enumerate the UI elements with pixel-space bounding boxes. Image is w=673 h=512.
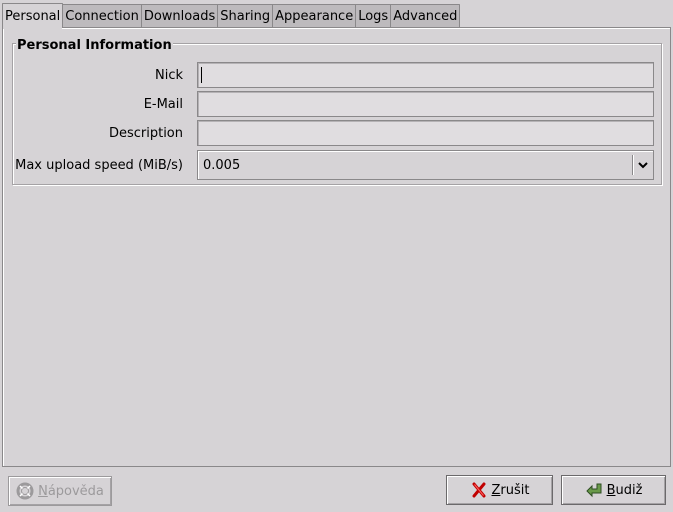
text-cursor bbox=[201, 67, 202, 83]
upload-speed-combo[interactable]: 0.005 bbox=[197, 150, 654, 180]
chevron-down-icon[interactable] bbox=[637, 159, 649, 171]
tab-sharing[interactable]: Sharing bbox=[217, 4, 274, 27]
cancel-label: Zrušit bbox=[491, 482, 530, 498]
tab-bar: Personal Connection Downloads Sharing Ap… bbox=[2, 3, 461, 29]
personal-information-frame: Nick E-Mail Description Max upload speed… bbox=[12, 43, 662, 185]
lifebuoy-icon bbox=[16, 482, 34, 500]
nick-row: Nick bbox=[13, 62, 663, 88]
green-check-arrow-icon bbox=[585, 483, 602, 498]
description-input[interactable] bbox=[197, 120, 654, 146]
upload-speed-label: Max upload speed (MiB/s) bbox=[15, 157, 183, 173]
tab-connection[interactable]: Connection bbox=[62, 4, 142, 27]
frame-title: Personal Information bbox=[16, 38, 173, 53]
tab-advanced[interactable]: Advanced bbox=[390, 4, 461, 27]
cancel-button[interactable]: Zrušit bbox=[446, 475, 553, 505]
tab-label: Appearance bbox=[275, 8, 354, 24]
upload-speed-value: 0.005 bbox=[203, 157, 241, 173]
tab-label: Logs bbox=[358, 8, 389, 24]
ok-label: Budiž bbox=[606, 482, 643, 498]
tab-label: Downloads bbox=[143, 8, 216, 24]
description-row: Description bbox=[13, 120, 663, 146]
help-button[interactable]: Nápověda bbox=[8, 476, 112, 506]
ok-button[interactable]: Budiž bbox=[561, 475, 666, 505]
tab-appearance[interactable]: Appearance bbox=[272, 4, 357, 27]
tab-downloads[interactable]: Downloads bbox=[140, 4, 219, 27]
tab-label: Personal bbox=[5, 8, 61, 24]
red-x-icon bbox=[472, 482, 485, 498]
tab-label: Connection bbox=[65, 8, 139, 24]
upload-speed-row: Max upload speed (MiB/s) 0.005 bbox=[13, 150, 663, 180]
nick-input[interactable] bbox=[197, 62, 654, 88]
tab-label: Sharing bbox=[220, 8, 271, 24]
tab-logs[interactable]: Logs bbox=[355, 4, 392, 27]
tab-panel-personal: Nick E-Mail Description Max upload speed… bbox=[2, 27, 671, 467]
combo-separator bbox=[632, 155, 633, 175]
tab-personal[interactable]: Personal bbox=[2, 3, 64, 29]
description-label: Description bbox=[108, 125, 183, 141]
email-row: E-Mail bbox=[13, 91, 663, 117]
tab-label: Advanced bbox=[393, 8, 458, 24]
email-input[interactable] bbox=[197, 91, 654, 117]
help-label: Nápověda bbox=[38, 483, 104, 499]
email-label: E-Mail bbox=[143, 96, 183, 112]
nick-label: Nick bbox=[154, 67, 183, 83]
